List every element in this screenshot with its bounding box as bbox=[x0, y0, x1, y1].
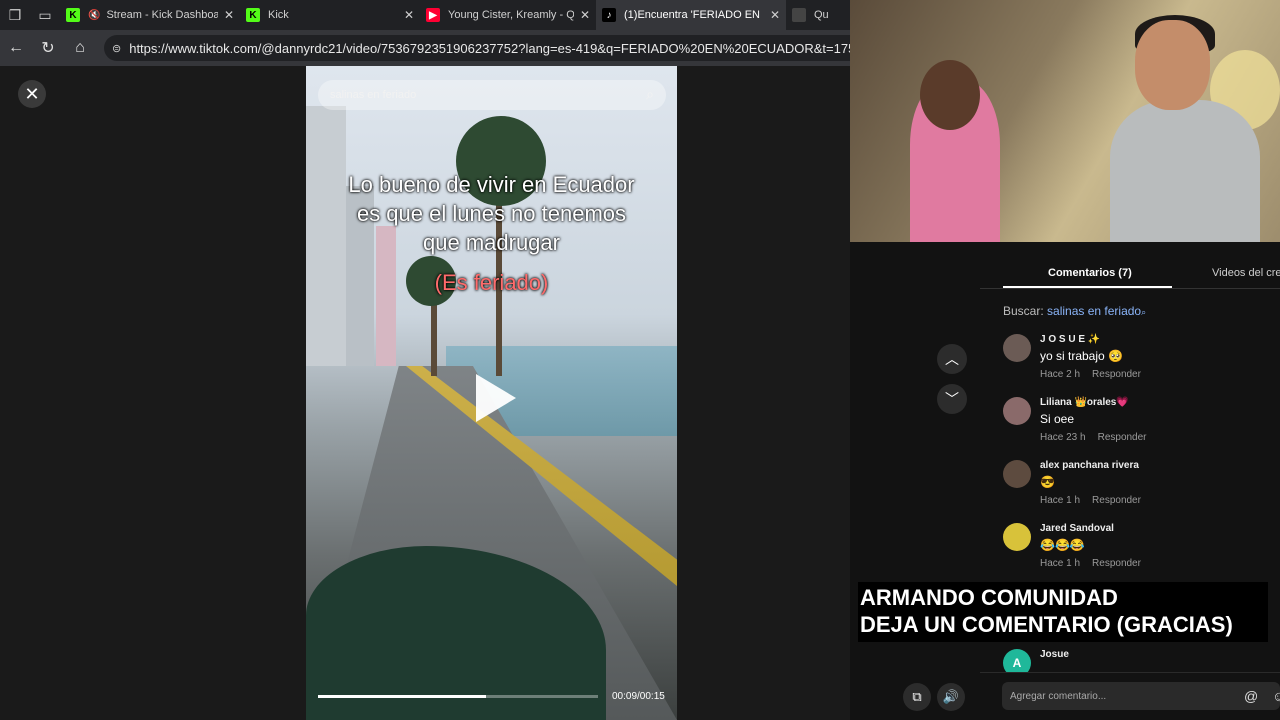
comment-placeholder: Agregar comentario... bbox=[1010, 691, 1107, 702]
comment-username[interactable]: Jared Sandoval bbox=[1040, 523, 1114, 534]
browser-tab[interactable]: ▶ Young Cister, Kreamly - QL ✕ bbox=[420, 0, 596, 30]
play-icon[interactable] bbox=[476, 374, 516, 422]
comment-meta: Hace 1 h Responder bbox=[1040, 558, 1141, 569]
comment-text: Si oee bbox=[1040, 412, 1075, 426]
tab-close-icon[interactable]: ✕ bbox=[770, 8, 780, 22]
video-player[interactable]: salinas en feriado ⌕ Lo bueno de vivir e… bbox=[306, 66, 677, 720]
stream-banner: ARMANDO COMUNIDAD DEJA UN COMENTARIO (GR… bbox=[858, 582, 1268, 642]
search-icon[interactable]: ⌕ bbox=[1141, 307, 1146, 317]
close-icon[interactable]: ✕ bbox=[18, 80, 46, 108]
tab-favicon-icon: K bbox=[66, 8, 80, 22]
chevron-down-icon[interactable]: ﹀ bbox=[937, 384, 967, 414]
comment-text: yo si trabajo 🥺 bbox=[1040, 349, 1123, 363]
avatar[interactable] bbox=[1003, 397, 1031, 425]
search-label: Buscar: bbox=[1003, 304, 1044, 318]
composer-icons: @ ☺ bbox=[1244, 688, 1280, 704]
comment-meta: Hace 23 h Responder bbox=[1040, 432, 1147, 443]
tab-creator-videos[interactable]: Videos del crea bbox=[1212, 267, 1280, 279]
browser-tab[interactable]: K Kick ✕ bbox=[240, 0, 420, 30]
video-search-text: salinas en feriado bbox=[330, 89, 417, 101]
reload-icon[interactable]: ↻ bbox=[32, 30, 64, 66]
comment-time: Hace 23 h bbox=[1040, 432, 1086, 443]
search-query: Buscar: salinas en feriado⌕ bbox=[1003, 304, 1146, 318]
comment-text: 😂😂😂 bbox=[1040, 538, 1085, 552]
tab-actions-icon[interactable]: ▭ bbox=[30, 0, 60, 30]
comment-input[interactable]: Agregar comentario... bbox=[1002, 682, 1280, 710]
home-icon[interactable]: ⌂ bbox=[64, 30, 96, 66]
webcam-overlay bbox=[850, 0, 1280, 242]
comment-item: J O S U E ✨ yo si trabajo 🥺 Hace 2 h Respon… bbox=[1003, 334, 1273, 384]
reply-button[interactable]: Responder bbox=[1092, 369, 1141, 380]
tab-title: Qu bbox=[814, 9, 829, 21]
search-term-link[interactable]: salinas en feriado bbox=[1047, 304, 1141, 318]
comment-time: Hace 1 h bbox=[1040, 495, 1081, 506]
browser-tab[interactable]: K 🔇 Stream - Kick Dashboard ✕ bbox=[60, 0, 240, 30]
chevron-up-icon[interactable]: ︿ bbox=[937, 344, 967, 374]
avatar[interactable] bbox=[1003, 523, 1031, 551]
panel-tabs: Comentarios (7) Videos del crea bbox=[980, 262, 1280, 288]
workspaces-icon[interactable]: ❒ bbox=[0, 0, 30, 30]
browser-tab[interactable]: Qu bbox=[786, 0, 846, 30]
streamer-guest bbox=[910, 60, 1000, 242]
search-icon[interactable]: ⌕ bbox=[646, 86, 654, 103]
volume-icon[interactable]: 🔊 bbox=[937, 683, 965, 711]
comment-username[interactable]: Josue bbox=[1040, 649, 1069, 660]
caption-line-1: Lo bueno de vivir en Ecuador bbox=[348, 172, 635, 197]
tabs-divider bbox=[980, 288, 1280, 289]
url-text: https://www.tiktok.com/@dannyrdc21/video… bbox=[129, 40, 870, 56]
banner-line-1: ARMANDO COMUNIDAD bbox=[860, 585, 1118, 610]
reply-button[interactable]: Responder bbox=[1092, 495, 1141, 506]
comment-meta: Hace 2 h Responder bbox=[1040, 369, 1141, 380]
tab-close-icon[interactable]: ✕ bbox=[580, 8, 590, 22]
comment-item: Liliana 👑orales💗 Si oee Hace 23 h Responder bbox=[1003, 397, 1273, 447]
site-info-icon[interactable]: ⊜ bbox=[112, 42, 121, 55]
caption-line-2: es que el lunes no tenemos bbox=[356, 201, 627, 226]
video-timecode: 00:09/00:15 bbox=[612, 691, 665, 702]
tab-title: Kick bbox=[268, 9, 289, 21]
avatar[interactable] bbox=[1003, 334, 1031, 362]
picture-in-picture-icon[interactable]: ⧉ bbox=[903, 683, 931, 711]
tab-close-icon[interactable]: ✕ bbox=[404, 8, 414, 22]
reply-button[interactable]: Responder bbox=[1092, 558, 1141, 569]
comment-username[interactable]: alex panchana rivera bbox=[1040, 460, 1139, 471]
caption-highlight: (Es feriado) bbox=[434, 270, 549, 295]
emoji-icon[interactable]: ☺ bbox=[1272, 688, 1280, 704]
tab-close-icon[interactable]: ✕ bbox=[224, 8, 234, 22]
tab-favicon-icon: ▶ bbox=[426, 8, 440, 22]
browser-tab[interactable]: ♪ (1)Encuentra 'FERIADO EN ✕ bbox=[596, 0, 786, 30]
back-icon[interactable]: ← bbox=[0, 30, 32, 66]
tab-favicon-icon: ♪ bbox=[602, 8, 616, 22]
comment-item: alex panchana rivera 😎 Hace 1 h Responder bbox=[1003, 460, 1273, 510]
tab-title: Young Cister, Kreamly - QL bbox=[448, 9, 574, 21]
progress-bar[interactable] bbox=[318, 695, 598, 698]
comment-username[interactable]: Liliana 👑orales💗 bbox=[1040, 397, 1129, 408]
tab-title: (1)Encuentra 'FERIADO EN bbox=[624, 9, 760, 21]
tab-comments[interactable]: Comentarios (7) bbox=[1048, 267, 1132, 279]
tab-favicon-icon: K bbox=[246, 8, 260, 22]
video-search-input[interactable]: salinas en feriado ⌕ bbox=[318, 80, 666, 110]
comment-meta: Hace 1 h Responder bbox=[1040, 495, 1141, 506]
comment-username[interactable]: J O S U E ✨ bbox=[1040, 334, 1100, 345]
banner-line-2: DEJA UN COMENTARIO (GRACIAS) bbox=[860, 612, 1233, 637]
reply-button[interactable]: Responder bbox=[1098, 432, 1147, 443]
tab-title: Stream - Kick Dashboard bbox=[106, 9, 218, 21]
comment-item: Jared Sandoval 😂😂😂 Hace 1 h Responder bbox=[1003, 523, 1273, 573]
comment-time: Hace 1 h bbox=[1040, 558, 1081, 569]
mention-icon[interactable]: @ bbox=[1244, 688, 1258, 704]
streamer-host bbox=[1110, 15, 1260, 242]
avatar[interactable] bbox=[1003, 460, 1031, 488]
tab-favicon-icon bbox=[792, 8, 806, 22]
comment-text: 😎 bbox=[1040, 475, 1055, 489]
comment-time: Hace 2 h bbox=[1040, 369, 1081, 380]
progress-fill bbox=[318, 695, 486, 698]
muted-icon[interactable]: 🔇 bbox=[88, 10, 100, 21]
caption-line-3: que madrugar bbox=[423, 230, 560, 255]
